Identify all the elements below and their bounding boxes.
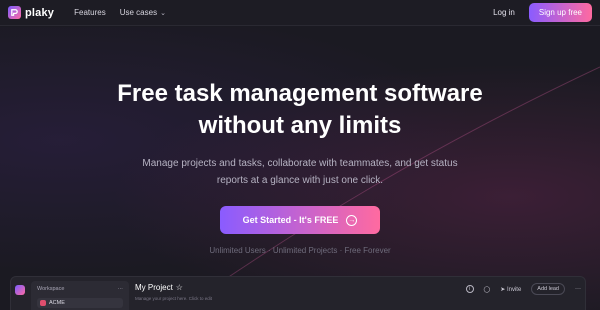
nav-link-label: Use cases: [119, 8, 158, 17]
project-subtitle: Manage your project here. Click to edit: [135, 296, 213, 301]
top-navigation: plaky Features Use cases ⌄ Log in Sign u…: [0, 0, 600, 26]
workspace-badge: [40, 300, 46, 306]
cta-label: Get Started - It's FREE: [242, 215, 339, 225]
plaky-logo-icon: [8, 6, 21, 19]
project-header: My Project ☆ Manage your project here. C…: [135, 283, 585, 310]
hero-headline: Free task management software without an…: [0, 78, 600, 142]
add-lead-label: Add lead: [537, 286, 559, 292]
brand-name: plaky: [25, 6, 55, 19]
add-lead-button[interactable]: Add lead: [531, 283, 565, 295]
signup-button[interactable]: Sign up free: [528, 3, 592, 22]
app-preview: Workspace ··· ACME My Project ☆ Manage yo…: [10, 276, 586, 310]
nav-link-features[interactable]: Features: [74, 8, 106, 17]
more-icon[interactable]: ···: [118, 286, 124, 292]
hero-subtitle: Manage projects and tasks, collaborate w…: [110, 155, 490, 189]
star-icon[interactable]: ☆: [176, 283, 183, 292]
subtitle-line-1: Manage projects and tasks, collaborate w…: [142, 158, 458, 169]
headline-line-2: without any limits: [198, 112, 402, 139]
arrow-right-circle-icon: →: [346, 214, 358, 226]
workspace-selector[interactable]: ACME: [37, 298, 123, 308]
invite-button[interactable]: ➤ Invite: [500, 286, 521, 293]
invite-label: Invite: [506, 286, 522, 293]
get-started-button[interactable]: Get Started - It's FREE →: [220, 206, 380, 234]
nav-link-label: Features: [74, 8, 106, 17]
project-title[interactable]: My Project: [135, 283, 173, 292]
more-icon[interactable]: ···: [575, 286, 581, 292]
headline-line-1: Free task management software: [117, 80, 483, 107]
brand-logo[interactable]: plaky: [8, 6, 54, 19]
login-link[interactable]: Log in: [493, 8, 515, 17]
workspace-name: ACME: [49, 300, 65, 306]
plaky-logo-icon: [15, 285, 25, 295]
nav-link-use-cases[interactable]: Use cases ⌄: [120, 8, 166, 17]
perks-text: Unlimited Users · Unlimited Projects · F…: [209, 246, 391, 255]
invite-icon: ➤: [500, 286, 506, 293]
subtitle-line-2: reports at a glance with just one click.: [216, 175, 384, 186]
members-icon[interactable]: ◯: [484, 286, 491, 293]
app-sidebar-rail: [11, 277, 29, 310]
info-icon[interactable]: i: [465, 285, 474, 293]
workspace-panel: Workspace ··· ACME: [31, 281, 129, 310]
chevron-down-icon: ⌄: [160, 9, 166, 17]
workspace-label: Workspace: [37, 286, 65, 292]
